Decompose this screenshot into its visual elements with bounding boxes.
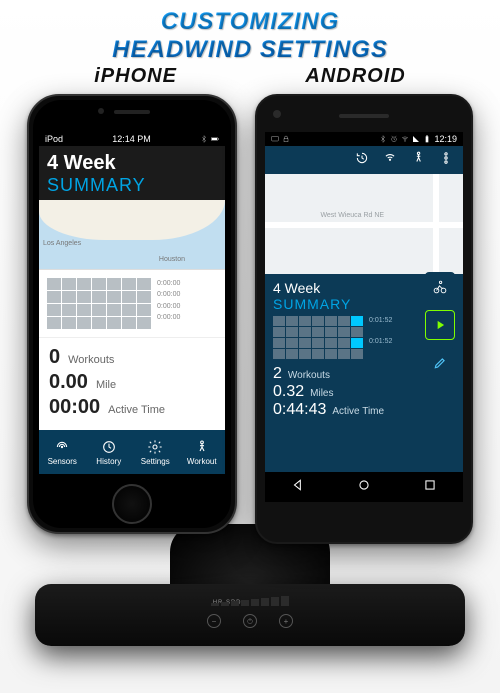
map-view[interactable]: Los Angeles Houston (39, 200, 225, 270)
more-vert-icon (439, 151, 453, 165)
appbar-more-button[interactable] (439, 151, 453, 170)
wifi-icon (401, 135, 409, 143)
map-road-label: West Wieuca Rd NE (320, 212, 384, 219)
android-app-bar (265, 146, 463, 174)
summary-title-line1: 4 Week (47, 152, 217, 175)
summary-title-line2: SUMMARY (47, 175, 217, 196)
history-icon (355, 151, 369, 165)
android-nav-bar (265, 472, 463, 502)
activetime-value: 00:00 (49, 396, 100, 419)
tab-workout[interactable]: Workout (179, 430, 226, 474)
activetime-label: Active Time (108, 404, 165, 416)
fab-column (425, 272, 455, 378)
grid-value-list: 0:00:00 0:00:00 0:00:00 0:00:00 (157, 278, 180, 323)
nav-home-button[interactable] (357, 478, 371, 497)
gear-icon (147, 439, 163, 455)
play-icon (433, 318, 447, 332)
sensors-icon (383, 151, 397, 165)
fab-start[interactable] (425, 310, 455, 340)
map-city-label: Houston (159, 256, 185, 263)
appbar-history-button[interactable] (355, 151, 369, 170)
tab-label: History (96, 457, 121, 466)
grid-value: 0:00:00 (157, 289, 180, 300)
nav-recents-button[interactable] (423, 478, 437, 497)
battery-icon (211, 135, 219, 143)
status-time: 12:14 PM (112, 134, 151, 144)
history-icon (101, 439, 117, 455)
headwind-led-bars (211, 596, 289, 606)
battery-icon (423, 135, 431, 143)
grid-value: 0:01:52 (369, 316, 392, 327)
cyclist-icon (433, 280, 447, 294)
tab-sensors[interactable]: Sensors (39, 430, 86, 474)
circle-home-icon (357, 478, 371, 492)
activetime-label: Active Time (332, 406, 384, 417)
ios-tab-bar: Sensors History Settings Workout (39, 430, 225, 474)
platform-iphone-label: iPHONE (94, 65, 177, 88)
page-headline: CUSTOMIZING HEADWIND SETTINGS (0, 0, 500, 65)
workouts-label: Workouts (68, 354, 114, 366)
platform-android-label: ANDROID (305, 65, 405, 88)
alarm-icon (390, 135, 398, 143)
platform-row: iPHONE ANDROID (0, 65, 500, 94)
signal-icon (412, 135, 420, 143)
headline-line1: CUSTOMIZING (0, 8, 500, 36)
sensors-icon (54, 439, 70, 455)
appbar-sensors-button[interactable] (383, 151, 397, 170)
ios-status-bar: iPod 12:14 PM (39, 132, 225, 146)
grid-value-list: 0:01:52 . 0:01:52 (369, 316, 392, 348)
status-time: 12:19 (434, 134, 457, 144)
distance-label: Miles (310, 388, 333, 399)
triangle-back-icon (291, 478, 305, 492)
bluetooth-icon (379, 135, 387, 143)
distance-label: Mile (96, 379, 116, 391)
status-carrier: iPod (45, 134, 63, 144)
workout-icon (194, 439, 210, 455)
summary-header: 4 Week SUMMARY (39, 146, 225, 200)
activity-grid (47, 278, 151, 329)
tab-label: Settings (141, 457, 170, 466)
grid-value: 0:00:00 (157, 301, 180, 312)
activity-grid-section: 0:00:00 0:00:00 0:00:00 0:00:00 (39, 270, 225, 338)
headwind-minus-button[interactable]: − (207, 614, 221, 628)
lock-icon (282, 135, 290, 143)
iphone-home-button[interactable] (112, 484, 152, 524)
bluetooth-icon (200, 135, 208, 143)
cast-icon (271, 135, 279, 143)
activetime-value: 0:44:43 (273, 401, 326, 419)
pencil-icon (433, 356, 447, 370)
headwind-plus-button[interactable]: + (279, 614, 293, 628)
tab-settings[interactable]: Settings (132, 430, 179, 474)
workouts-value: 2 (273, 365, 282, 383)
grid-value: 0:00:00 (157, 312, 180, 323)
tab-label: Sensors (48, 457, 77, 466)
activity-grid (273, 316, 363, 359)
square-recents-icon (423, 478, 437, 492)
map-view[interactable]: West Wieuca Rd NE (265, 174, 463, 274)
tab-history[interactable]: History (86, 430, 133, 474)
headline-line2: HEADWIND SETTINGS (0, 36, 500, 64)
android-frame: 12:19 West Wieuca Rd NE 4 Week SUMMARY (255, 94, 473, 544)
android-status-bar: 12:19 (265, 132, 463, 146)
distance-value: 0.32 (273, 383, 304, 401)
stats-section: 0 Workouts 0.00 Mile 00:00 Active Time (39, 338, 225, 429)
fab-edit[interactable] (425, 348, 455, 378)
iphone-frame: iPod 12:14 PM 4 Week SUMMARY Los Angeles… (27, 94, 237, 534)
workouts-label: Workouts (288, 370, 330, 381)
distance-value: 0.00 (49, 371, 88, 394)
tab-label: Workout (187, 457, 217, 466)
headwind-power-button[interactable] (243, 614, 257, 628)
appbar-activity-button[interactable] (411, 151, 425, 170)
nav-back-button[interactable] (291, 478, 305, 497)
workouts-value: 0 (49, 346, 60, 369)
fab-activity-type[interactable] (425, 272, 455, 302)
headwind-mode-label: HR SPD (213, 600, 242, 606)
grid-value: 0:00:00 (157, 278, 180, 289)
grid-value: 0:01:52 (369, 337, 392, 348)
walk-icon (411, 151, 425, 165)
map-city-label: Los Angeles (43, 240, 81, 247)
